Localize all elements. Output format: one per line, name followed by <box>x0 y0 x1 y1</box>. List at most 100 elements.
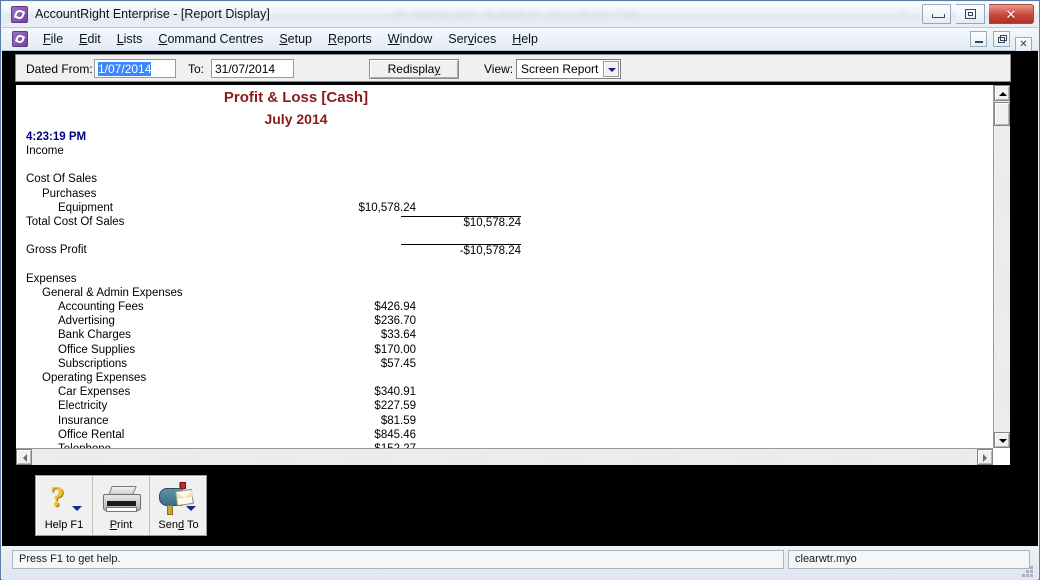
chevron-down-icon[interactable] <box>186 506 196 511</box>
report-icon-toolbar: ? Help F1 Print Send To <box>35 475 207 536</box>
report-row[interactable]: Equipment $10,578.24 <box>16 202 976 216</box>
menu-item-reports[interactable]: Reports <box>320 28 380 49</box>
arrow-right-icon <box>983 454 987 462</box>
date-to-input[interactable]: 31/07/2014 <box>211 59 294 78</box>
menu-item-services[interactable]: Services <box>440 28 504 49</box>
redisplay-button[interactable]: Redisplay <box>369 59 459 79</box>
report-row[interactable]: Expenses <box>16 273 976 287</box>
report-row-label: Electricity <box>58 400 108 413</box>
menu-item-file[interactable]: File <box>35 28 71 49</box>
mdi-app-icon[interactable] <box>12 31 28 47</box>
report-row-label: Cost Of Sales <box>26 173 97 186</box>
dated-from-label: Dated From: <box>26 62 93 76</box>
view-select[interactable]: Screen Report <box>516 59 621 79</box>
report-row-amount: $33.64 <box>380 329 416 342</box>
help-button[interactable]: ? Help F1 <box>36 476 93 535</box>
chevron-down-icon[interactable] <box>72 506 82 511</box>
report-row-label: Purchases <box>42 187 97 200</box>
date-to-label: To: <box>188 62 205 76</box>
background-window-title: AR Settings.docx - BudgetLink v3.0.0.28 … <box>392 8 639 20</box>
minimize-button[interactable] <box>922 4 952 24</box>
menu-item-lists[interactable]: Lists <box>109 28 151 49</box>
report-row[interactable]: Electricity $227.59 <box>16 400 976 414</box>
chevron-down-icon[interactable] <box>603 61 619 77</box>
print-button[interactable]: Print <box>93 476 150 535</box>
resize-grip[interactable] <box>1019 565 1033 577</box>
report-row-label: Gross Profit <box>26 244 87 257</box>
scroll-up-button[interactable] <box>994 85 1010 101</box>
report-title: Profit & Loss [Cash] <box>223 89 369 106</box>
view-label: View: <box>484 62 514 76</box>
report-spacer <box>16 159 976 173</box>
menu-item-command-centres[interactable]: Command Centres <box>150 28 271 49</box>
arrow-down-icon <box>999 439 1007 443</box>
dated-from-input[interactable]: 1/07/2014 <box>94 59 176 78</box>
mdi-window-controls: ✕ <box>969 31 1032 53</box>
report-row[interactable]: Income <box>16 145 976 159</box>
report-row[interactable]: Subscriptions $57.45 <box>16 358 976 372</box>
report-row[interactable]: Accounting Fees $426.94 <box>16 301 976 315</box>
report-row[interactable]: Purchases <box>16 188 976 202</box>
menu-item-setup[interactable]: Setup <box>271 28 320 49</box>
redisplay-label: Redisplay <box>387 62 441 76</box>
report-row-amount: $170.00 <box>374 343 416 356</box>
report-row[interactable]: Cost Of Sales <box>16 173 976 187</box>
report-row-label: General & Admin Expenses <box>42 286 183 299</box>
mdi-restore-button[interactable] <box>992 31 1010 47</box>
scroll-left-button[interactable] <box>16 449 32 465</box>
maximize-button[interactable] <box>955 4 985 24</box>
status-bar: Press F1 to get help. clearwtr.myo <box>2 546 1038 580</box>
report-row-total: -$10,578.24 <box>401 244 521 257</box>
mdi-minimize-button[interactable] <box>970 31 988 47</box>
report-row[interactable]: Car Expenses $340.91 <box>16 386 976 400</box>
arrow-up-icon <box>999 92 1007 96</box>
report-spacer <box>16 259 976 273</box>
report-row-amount: $340.91 <box>374 386 416 399</box>
report-spacer <box>16 230 976 244</box>
report-timestamp: 4:23:19 PM <box>26 131 87 143</box>
report-row-amount: $236.70 <box>374 315 416 328</box>
report-row-total: $10,578.24 <box>401 215 521 229</box>
report-row[interactable]: Insurance $81.59 <box>16 415 976 429</box>
scroll-right-button[interactable] <box>977 449 993 465</box>
close-button[interactable]: ✕ <box>989 4 1034 24</box>
title-bar: AccountRight Enterprise - [Report Displa… <box>2 2 1038 28</box>
report-row-amount: $10,578.24 <box>358 201 416 214</box>
report-row-label: Total Cost Of Sales <box>26 215 125 228</box>
scroll-down-button[interactable] <box>994 432 1010 448</box>
report-toolbar: Dated From: 1/07/2014 To: 31/07/2014 Red… <box>15 54 1011 82</box>
window-title: AccountRight Enterprise - [Report Displa… <box>35 7 270 21</box>
window-controls: ✕ <box>922 4 1034 25</box>
report-row-label: Office Supplies <box>58 343 136 356</box>
vertical-scrollbar[interactable] <box>993 85 1010 448</box>
report-row-label: Advertising <box>58 315 115 328</box>
arrow-left-icon <box>23 454 27 462</box>
report-row-amount: $227.59 <box>374 400 416 413</box>
report-row[interactable]: Office Supplies $170.00 <box>16 344 976 358</box>
report-row[interactable]: Gross Profit -$10,578.24 <box>16 244 976 258</box>
background-window-help-icon: ? <box>900 8 907 20</box>
horizontal-scrollbar[interactable] <box>16 448 993 465</box>
send-to-button[interactable]: Send To <box>150 476 207 535</box>
menu-item-help[interactable]: Help <box>504 28 546 49</box>
close-icon: ✕ <box>1005 7 1017 22</box>
report-row-label: Operating Expenses <box>42 372 147 384</box>
report-row[interactable]: Bank Charges $33.64 <box>16 329 976 343</box>
report-row[interactable]: Advertising $236.70 <box>16 315 976 329</box>
report-row[interactable]: Total Cost Of Sales $10,578.24 <box>16 215 976 230</box>
menu-item-edit[interactable]: Edit <box>71 28 109 49</box>
menu-items: File Edit Lists Command Centres Setup Reports… <box>35 28 546 51</box>
vertical-scroll-thumb[interactable] <box>994 102 1010 126</box>
window-frame: AccountRight Enterprise - [Report Displa… <box>0 0 1040 580</box>
report-row-label: Income <box>26 145 64 157</box>
report-row[interactable]: General & Admin Expenses <box>16 287 976 301</box>
report-row[interactable]: Operating Expenses <box>16 372 976 386</box>
menu-item-window[interactable]: Window <box>380 28 440 49</box>
status-help-text: Press F1 to get help. <box>12 550 784 569</box>
report-page: Profit & Loss [Cash] July 2014 4:23:19 P… <box>15 84 1011 466</box>
dated-from-value: 1/07/2014 <box>98 62 152 76</box>
status-file-name: clearwtr.myo <box>788 550 1030 569</box>
report-row-label: Car Expenses <box>58 386 131 399</box>
report-row[interactable]: Office Rental $845.46 <box>16 429 976 443</box>
report-display-window: Dated From: 1/07/2014 To: 31/07/2014 Red… <box>2 51 1038 570</box>
